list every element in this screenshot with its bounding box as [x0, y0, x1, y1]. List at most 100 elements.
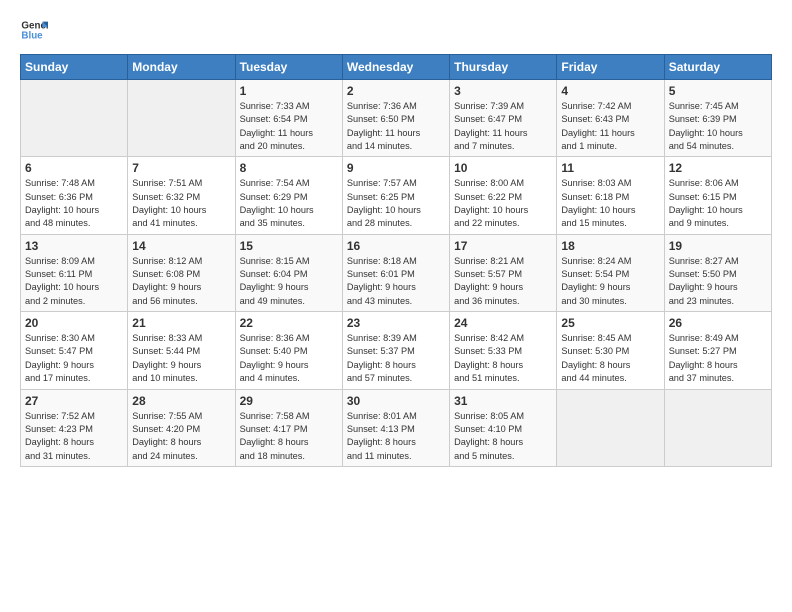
day-info: Sunrise: 7:52 AMSunset: 4:23 PMDaylight:…: [25, 410, 123, 463]
day-number: 3: [454, 84, 552, 98]
calendar-day-cell: 17Sunrise: 8:21 AMSunset: 5:57 PMDayligh…: [450, 234, 557, 311]
day-number: 18: [561, 239, 659, 253]
day-info: Sunrise: 8:18 AMSunset: 6:01 PMDaylight:…: [347, 255, 445, 308]
header-day: Thursday: [450, 55, 557, 80]
day-number: 26: [669, 316, 767, 330]
calendar-week-row: 6 Sunrise: 7:48 AMSunset: 6:36 PMDaylight…: [21, 157, 772, 234]
calendar-day-cell: 15 Sunrise: 8:15 AMSunset: 6:04 PMDayligh…: [235, 234, 342, 311]
day-info: Sunrise: 8:06 AMSunset: 6:15 PMDaylight:…: [669, 177, 767, 230]
calendar-week-row: 13 Sunrise: 8:09 AMSunset: 6:11 PMDayligh…: [21, 234, 772, 311]
day-info: Sunrise: 8:49 AMSunset: 5:27 PMDaylight:…: [669, 332, 767, 385]
day-info: Sunrise: 7:45 AMSunset: 6:39 PMDaylight:…: [669, 100, 767, 153]
calendar-header: SundayMondayTuesdayWednesdayThursdayFrid…: [21, 55, 772, 80]
day-number: 8: [240, 161, 338, 175]
day-number: 19: [669, 239, 767, 253]
calendar-day-cell: 19 Sunrise: 8:27 AMSunset: 5:50 PMDayligh…: [664, 234, 771, 311]
svg-text:Blue: Blue: [21, 30, 43, 41]
calendar-day-cell: 11 Sunrise: 8:03 AMSunset: 6:18 PMDayligh…: [557, 157, 664, 234]
calendar-day-cell: 5 Sunrise: 7:45 AMSunset: 6:39 PMDaylight…: [664, 80, 771, 157]
day-info: Sunrise: 8:33 AMSunset: 5:44 PMDaylight:…: [132, 332, 230, 385]
day-info: Sunrise: 8:05 AMSunset: 4:10 PMDaylight:…: [454, 410, 552, 463]
day-info: Sunrise: 7:48 AMSunset: 6:36 PMDaylight:…: [25, 177, 123, 230]
calendar-day-cell: 25Sunrise: 8:45 AMSunset: 5:30 PMDayligh…: [557, 312, 664, 389]
day-info: Sunrise: 8:00 AMSunset: 6:22 PMDaylight:…: [454, 177, 552, 230]
day-info: Sunrise: 8:39 AMSunset: 5:37 PMDaylight:…: [347, 332, 445, 385]
logo: General Blue: [20, 16, 52, 44]
calendar-day-cell: 12 Sunrise: 8:06 AMSunset: 6:15 PMDayligh…: [664, 157, 771, 234]
day-number: 22: [240, 316, 338, 330]
day-info: Sunrise: 7:51 AMSunset: 6:32 PMDaylight:…: [132, 177, 230, 230]
day-info: Sunrise: 8:27 AMSunset: 5:50 PMDaylight:…: [669, 255, 767, 308]
calendar-day-cell: 3 Sunrise: 7:39 AMSunset: 6:47 PMDaylight…: [450, 80, 557, 157]
day-number: 15: [240, 239, 338, 253]
calendar-week-row: 1 Sunrise: 7:33 AMSunset: 6:54 PMDaylight…: [21, 80, 772, 157]
day-number: 12: [669, 161, 767, 175]
day-number: 2: [347, 84, 445, 98]
calendar-day-cell: 28Sunrise: 7:55 AMSunset: 4:20 PMDayligh…: [128, 389, 235, 466]
day-number: 21: [132, 316, 230, 330]
day-info: Sunrise: 8:12 AMSunset: 6:08 PMDaylight:…: [132, 255, 230, 308]
day-info: Sunrise: 8:15 AMSunset: 6:04 PMDaylight:…: [240, 255, 338, 308]
calendar-day-cell: 14 Sunrise: 8:12 AMSunset: 6:08 PMDayligh…: [128, 234, 235, 311]
calendar-day-cell: 24 Sunrise: 8:42 AMSunset: 5:33 PMDayligh…: [450, 312, 557, 389]
day-info: Sunrise: 7:36 AMSunset: 6:50 PMDaylight:…: [347, 100, 445, 153]
header-day: Monday: [128, 55, 235, 80]
day-number: 31: [454, 394, 552, 408]
header: General Blue: [20, 16, 772, 44]
day-number: 9: [347, 161, 445, 175]
calendar-day-cell: 29 Sunrise: 7:58 AMSunset: 4:17 PMDayligh…: [235, 389, 342, 466]
calendar-day-cell: 4 Sunrise: 7:42 AMSunset: 6:43 PMDaylight…: [557, 80, 664, 157]
day-info: Sunrise: 7:55 AMSunset: 4:20 PMDaylight:…: [132, 410, 230, 463]
day-number: 10: [454, 161, 552, 175]
day-info: Sunrise: 8:24 AMSunset: 5:54 PMDaylight:…: [561, 255, 659, 308]
header-day: Saturday: [664, 55, 771, 80]
day-number: 29: [240, 394, 338, 408]
day-number: 1: [240, 84, 338, 98]
calendar-week-row: 20Sunrise: 8:30 AMSunset: 5:47 PMDayligh…: [21, 312, 772, 389]
calendar-day-cell: 21 Sunrise: 8:33 AMSunset: 5:44 PMDayligh…: [128, 312, 235, 389]
day-info: Sunrise: 7:39 AMSunset: 6:47 PMDaylight:…: [454, 100, 552, 153]
calendar-day-cell: 30 Sunrise: 8:01 AMSunset: 4:13 PMDayligh…: [342, 389, 449, 466]
calendar-day-cell: [21, 80, 128, 157]
calendar-day-cell: [664, 389, 771, 466]
calendar-body: 1 Sunrise: 7:33 AMSunset: 6:54 PMDaylight…: [21, 80, 772, 467]
day-number: 5: [669, 84, 767, 98]
day-number: 24: [454, 316, 552, 330]
day-number: 17: [454, 239, 552, 253]
header-day: Tuesday: [235, 55, 342, 80]
calendar-day-cell: [557, 389, 664, 466]
day-number: 14: [132, 239, 230, 253]
day-info: Sunrise: 8:42 AMSunset: 5:33 PMDaylight:…: [454, 332, 552, 385]
day-info: Sunrise: 7:42 AMSunset: 6:43 PMDaylight:…: [561, 100, 659, 153]
calendar-day-cell: 8 Sunrise: 7:54 AMSunset: 6:29 PMDaylight…: [235, 157, 342, 234]
day-info: Sunrise: 7:57 AMSunset: 6:25 PMDaylight:…: [347, 177, 445, 230]
day-info: Sunrise: 7:54 AMSunset: 6:29 PMDaylight:…: [240, 177, 338, 230]
day-info: Sunrise: 8:09 AMSunset: 6:11 PMDaylight:…: [25, 255, 123, 308]
day-number: 11: [561, 161, 659, 175]
calendar-day-cell: 2 Sunrise: 7:36 AMSunset: 6:50 PMDaylight…: [342, 80, 449, 157]
calendar-day-cell: 23 Sunrise: 8:39 AMSunset: 5:37 PMDayligh…: [342, 312, 449, 389]
day-number: 30: [347, 394, 445, 408]
calendar-table: SundayMondayTuesdayWednesdayThursdayFrid…: [20, 54, 772, 467]
page-container: General Blue SundayMondayTuesdayWednesda…: [0, 0, 792, 477]
day-number: 27: [25, 394, 123, 408]
day-info: Sunrise: 8:03 AMSunset: 6:18 PMDaylight:…: [561, 177, 659, 230]
calendar-day-cell: [128, 80, 235, 157]
day-info: Sunrise: 7:33 AMSunset: 6:54 PMDaylight:…: [240, 100, 338, 153]
day-number: 6: [25, 161, 123, 175]
day-number: 7: [132, 161, 230, 175]
day-info: Sunrise: 8:36 AMSunset: 5:40 PMDaylight:…: [240, 332, 338, 385]
calendar-day-cell: 18 Sunrise: 8:24 AMSunset: 5:54 PMDayligh…: [557, 234, 664, 311]
calendar-day-cell: 1 Sunrise: 7:33 AMSunset: 6:54 PMDaylight…: [235, 80, 342, 157]
day-number: 4: [561, 84, 659, 98]
calendar-day-cell: 22 Sunrise: 8:36 AMSunset: 5:40 PMDayligh…: [235, 312, 342, 389]
calendar-day-cell: 31 Sunrise: 8:05 AMSunset: 4:10 PMDayligh…: [450, 389, 557, 466]
day-number: 23: [347, 316, 445, 330]
calendar-day-cell: 6 Sunrise: 7:48 AMSunset: 6:36 PMDaylight…: [21, 157, 128, 234]
day-info: Sunrise: 8:01 AMSunset: 4:13 PMDaylight:…: [347, 410, 445, 463]
day-number: 13: [25, 239, 123, 253]
calendar-day-cell: 26 Sunrise: 8:49 AMSunset: 5:27 PMDayligh…: [664, 312, 771, 389]
day-info: Sunrise: 7:58 AMSunset: 4:17 PMDaylight:…: [240, 410, 338, 463]
day-info: Sunrise: 8:45 AMSunset: 5:30 PMDaylight:…: [561, 332, 659, 385]
calendar-day-cell: 27 Sunrise: 7:52 AMSunset: 4:23 PMDayligh…: [21, 389, 128, 466]
